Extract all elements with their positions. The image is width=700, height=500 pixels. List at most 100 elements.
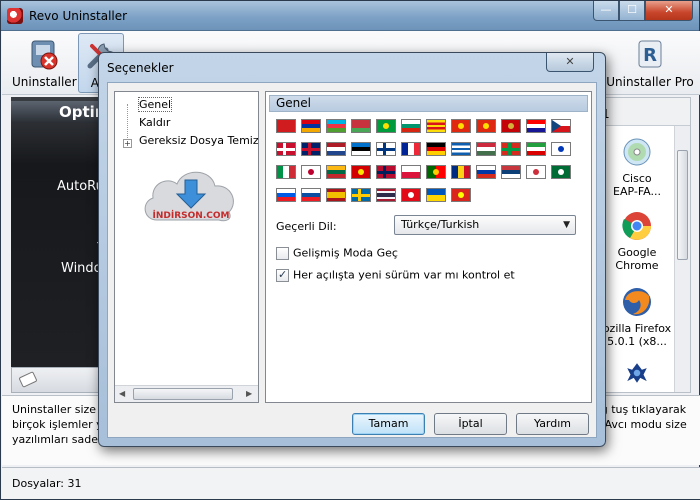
- flag-slovenia-icon[interactable]: [276, 188, 296, 202]
- minimize-button[interactable]: —: [593, 1, 619, 21]
- flag-ukraine-icon[interactable]: [426, 188, 446, 202]
- vertical-scrollbar[interactable]: [674, 126, 690, 392]
- tree-item-junk-files[interactable]: Gereksiz Dosya Temizl: [139, 134, 258, 147]
- flag-portugal-icon[interactable]: [426, 165, 446, 179]
- advanced-mode-checkbox[interactable]: [276, 246, 289, 260]
- flag-lithuania-icon[interactable]: [326, 165, 346, 179]
- window-title: Revo Uninstaller: [29, 9, 128, 23]
- flag-spain-basque-icon[interactable]: [501, 142, 521, 156]
- chrome-icon: [622, 212, 651, 240]
- close-button[interactable]: ✕: [645, 1, 693, 21]
- revo-pro-icon: R: [638, 40, 662, 68]
- svg-text:R: R: [643, 45, 657, 66]
- flag-korea-icon[interactable]: [526, 165, 546, 179]
- scroll-left-icon[interactable]: ◀: [119, 389, 125, 398]
- flag-uk-icon[interactable]: [301, 142, 321, 156]
- download-cloud-logo: İNDİRSON.COM: [144, 171, 234, 222]
- language-dropdown[interactable]: Türkçe/Turkish ▼: [394, 215, 576, 235]
- flag-italy-icon[interactable]: [276, 165, 296, 179]
- eraser-icon[interactable]: [18, 371, 38, 388]
- optimization-panel: Optir AutoRu Y Windo: [11, 97, 103, 367]
- flag-israel-icon[interactable]: [551, 142, 571, 156]
- flag-macedonia-icon[interactable]: [351, 165, 371, 179]
- flag-hungary-icon[interactable]: [476, 142, 496, 156]
- language-value: Türkçe/Turkish: [401, 218, 480, 231]
- flag-estonia-icon[interactable]: [351, 142, 371, 156]
- ok-button[interactable]: Tamam: [352, 413, 425, 435]
- expand-icon[interactable]: +: [123, 139, 132, 148]
- panel-item[interactable]: Y: [11, 241, 103, 256]
- installed-programs-list: 1 Cisco EAP-FA... Google Chrome: [599, 97, 691, 393]
- flag-france-icon[interactable]: [401, 142, 421, 156]
- flag-romania-icon[interactable]: [451, 165, 471, 179]
- flag-japan-icon[interactable]: [301, 165, 321, 179]
- cd-icon: [623, 138, 651, 166]
- general-settings-panel: Genel Geçerli Dil: Türkçe/Turkish ▼ Geli…: [265, 91, 592, 403]
- windows-item[interactable]: Windo: [11, 261, 103, 276]
- scroll-right-icon[interactable]: ▶: [246, 389, 252, 398]
- tree-item-general[interactable]: Genel: [137, 97, 173, 112]
- flag-brazil-icon[interactable]: [376, 119, 396, 133]
- options-dialog: Seçenekler ✕ Genel Kaldır + Gereksiz Dos…: [98, 52, 606, 447]
- app-label: ozilla Firefox 5.0.1 (x8...: [602, 322, 672, 348]
- uninstaller-pro-button[interactable]: R Uninstaller Pro: [602, 33, 698, 93]
- scroll-thumb[interactable]: [677, 150, 688, 260]
- flag-azerbaijan-icon[interactable]: [326, 119, 346, 133]
- flag-belarus-icon[interactable]: [351, 119, 371, 133]
- flag-montenegro-icon[interactable]: [501, 119, 521, 133]
- uninstaller-label: Uninstaller: [12, 75, 77, 89]
- flag-albania-icon[interactable]: [276, 119, 296, 133]
- check-updates-option[interactable]: Her açılışta yeni sürüm var mı kontrol e…: [276, 268, 515, 282]
- flag-germany-icon[interactable]: [426, 142, 446, 156]
- advanced-mode-label: Gelişmiş Moda Geç: [293, 246, 398, 260]
- flag-slovakia-icon[interactable]: [301, 188, 321, 202]
- flag-norway-icon[interactable]: [376, 165, 396, 179]
- help-button[interactable]: Yardım: [516, 413, 589, 435]
- flag-finland-icon[interactable]: [376, 142, 396, 156]
- uninstaller-button[interactable]: Uninstaller: [12, 33, 77, 93]
- flag-saudi-icon[interactable]: [551, 165, 571, 179]
- flag-croatia-icon[interactable]: [526, 119, 546, 133]
- flag-czech-icon[interactable]: [551, 119, 571, 133]
- flag-serbia-icon[interactable]: [501, 165, 521, 179]
- horizontal-scrollbar[interactable]: ◀ ▶: [115, 385, 258, 402]
- flag-bulgaria-icon[interactable]: [401, 119, 421, 133]
- flag-netherlands-icon[interactable]: [326, 142, 346, 156]
- list-header: 1: [600, 98, 690, 126]
- file-count: Dosyalar: 31: [12, 477, 82, 490]
- check-updates-checkbox[interactable]: [276, 268, 289, 282]
- flag-sweden-icon[interactable]: [351, 188, 371, 202]
- flag-thailand-icon[interactable]: [376, 188, 396, 202]
- dialog-close-button[interactable]: ✕: [546, 53, 594, 72]
- cancel-button[interactable]: İptal: [434, 413, 507, 435]
- flag-vietnam-icon[interactable]: [451, 188, 471, 202]
- flag-greece-icon[interactable]: [451, 142, 471, 156]
- autorun-item[interactable]: AutoRu: [11, 179, 103, 194]
- dialog-body: Genel Kaldır + Gereksiz Dosya Temizl İND…: [107, 82, 597, 438]
- flag-denmark-icon[interactable]: [276, 142, 296, 156]
- flag-iran-icon[interactable]: [526, 142, 546, 156]
- list-item[interactable]: [600, 360, 674, 390]
- flag-poland-icon[interactable]: [401, 165, 421, 179]
- maximize-button[interactable]: ☐: [619, 1, 645, 21]
- flag-catalonia-icon[interactable]: [426, 119, 446, 133]
- check-updates-label: Her açılışta yeni sürüm var mı kontrol e…: [293, 268, 515, 282]
- desc-line: r. Avcı modu size: [594, 418, 687, 431]
- flag-armenia-icon[interactable]: [301, 119, 321, 133]
- title-bar: Revo Uninstaller — ☐ ✕: [1, 1, 699, 31]
- flag-spain-icon[interactable]: [326, 188, 346, 202]
- flag-china-icon[interactable]: [451, 119, 471, 133]
- language-label: Geçerli Dil:: [276, 220, 337, 233]
- list-item[interactable]: ozilla Firefox 5.0.1 (x8...: [600, 286, 674, 348]
- list-item[interactable]: Google Chrome: [600, 210, 674, 272]
- tree-item-uninstall[interactable]: Kaldır: [139, 116, 170, 129]
- left-toolstrip: [11, 367, 103, 393]
- scroll-thumb[interactable]: [133, 388, 233, 400]
- list-item[interactable]: Cisco EAP-FA...: [600, 136, 674, 198]
- flag-turkey-icon[interactable]: [401, 188, 421, 202]
- flag-china-trad-icon[interactable]: [476, 119, 496, 133]
- flag-russia-icon[interactable]: [476, 165, 496, 179]
- firefox-icon: [623, 288, 651, 316]
- advanced-mode-option[interactable]: Gelişmiş Moda Geç: [276, 246, 398, 260]
- uninstaller-icon: [31, 40, 58, 70]
